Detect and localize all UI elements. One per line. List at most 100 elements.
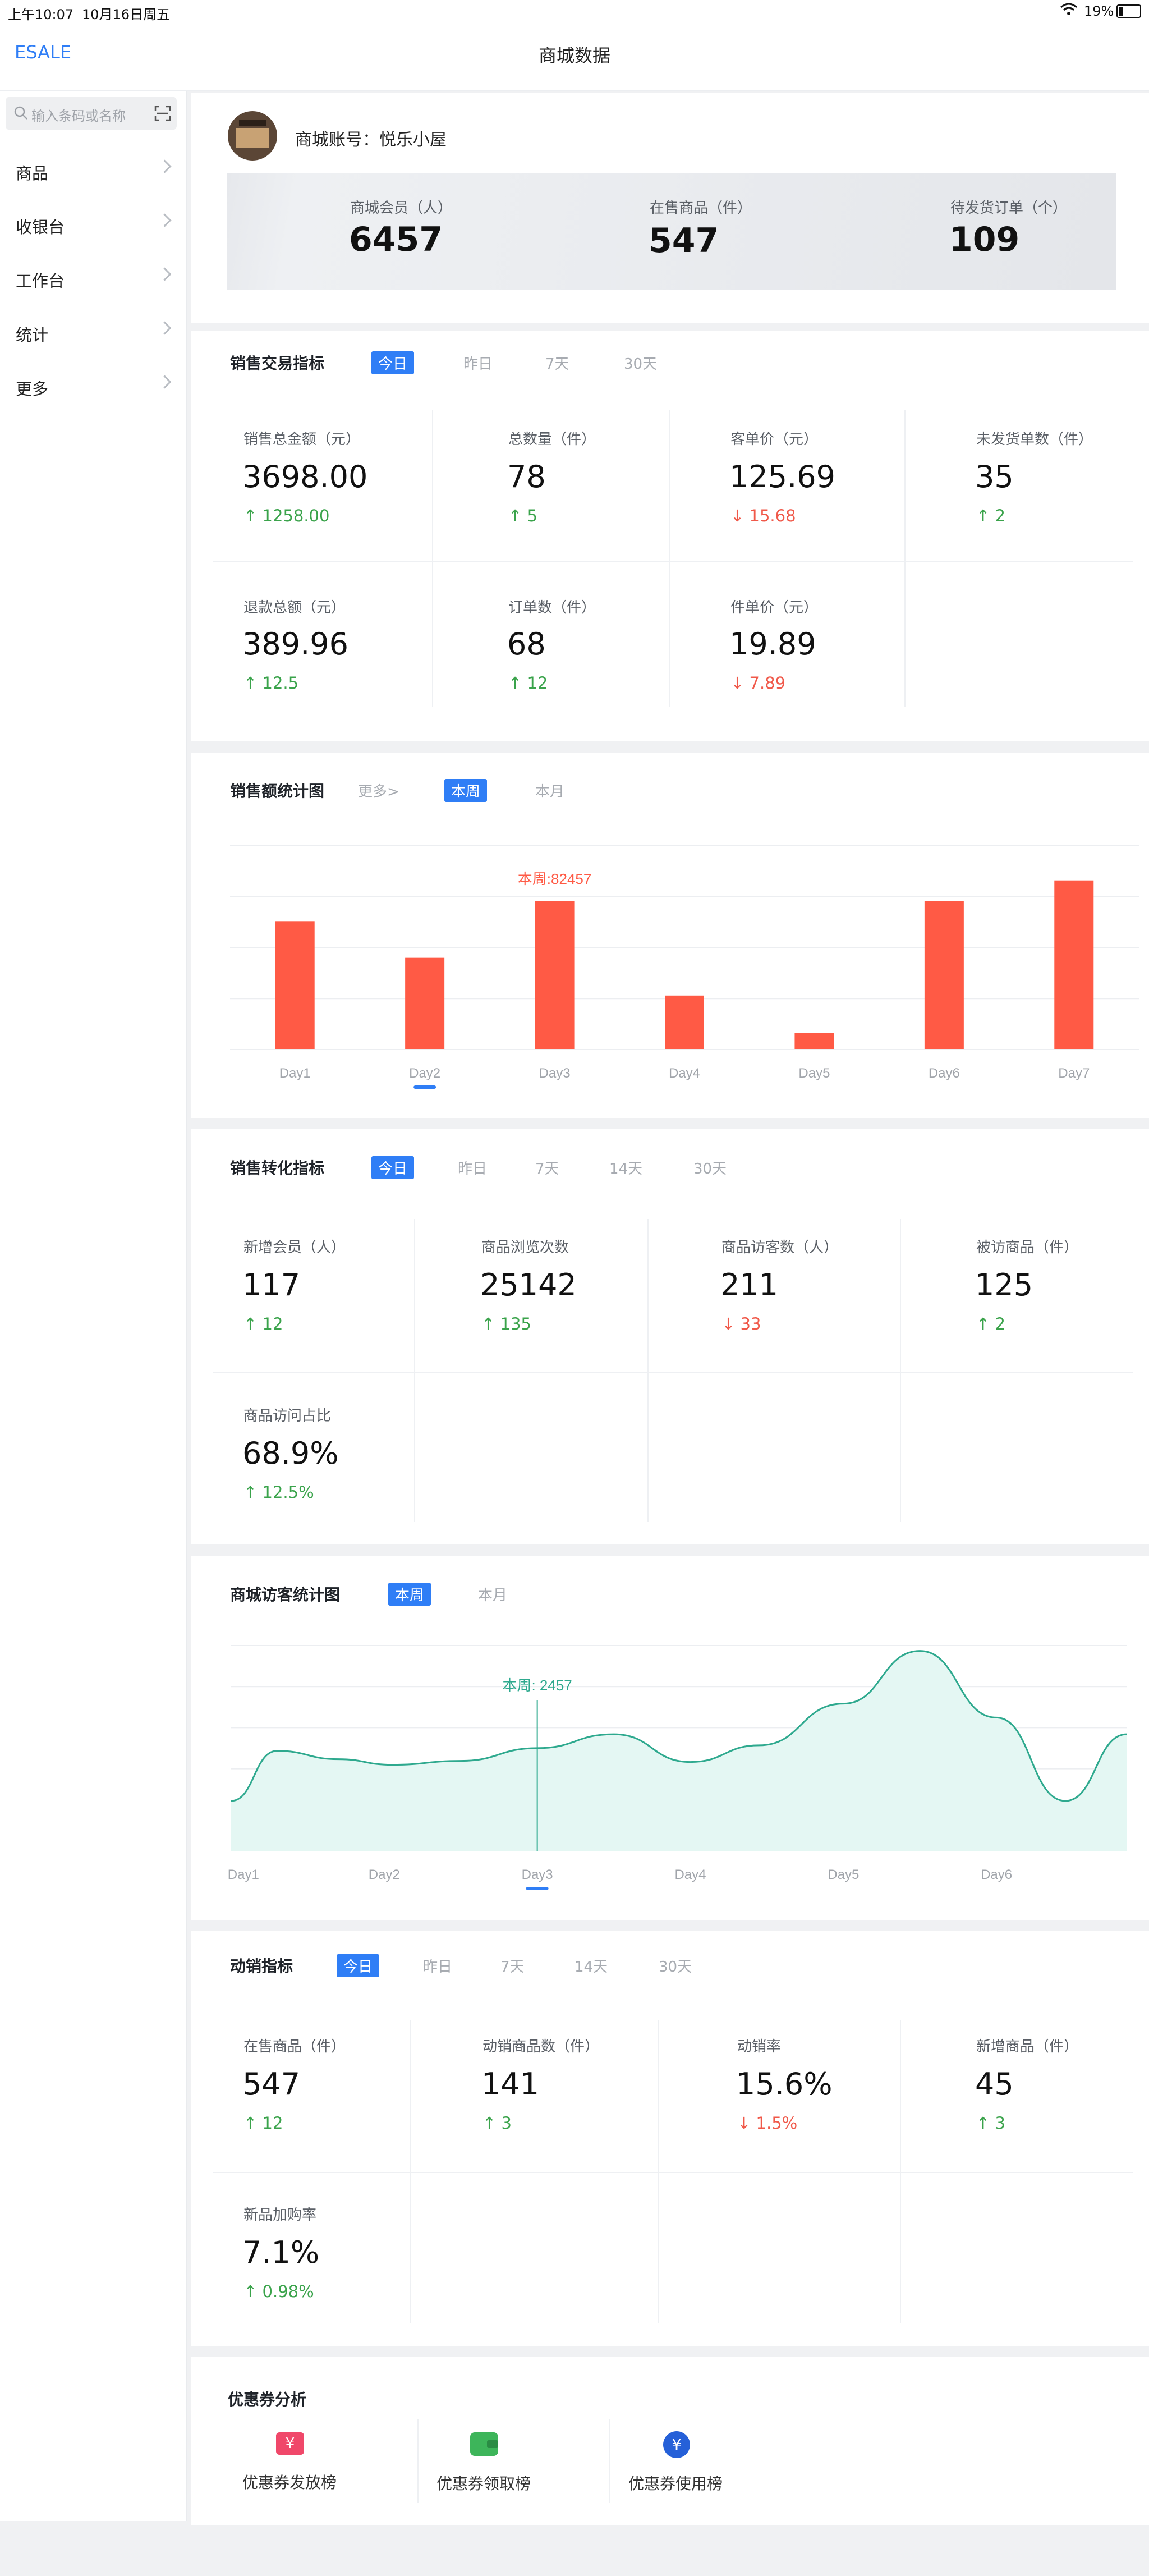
sidebar-item-cashier[interactable]: 收银台 <box>0 198 186 251</box>
chart-bar <box>665 995 704 1049</box>
sidebar-item-workbench[interactable]: 工作台 <box>0 251 186 305</box>
avatar[interactable] <box>228 111 277 161</box>
stat-label: 在售商品（件） <box>650 200 752 217</box>
status-time: 上午10:07 <box>8 7 74 22</box>
arrow-up-icon: ↑ <box>243 1314 258 1333</box>
tab-yesterday[interactable]: 昨日 <box>423 1955 452 1976</box>
metric-delta: ↑ 12.5% <box>243 1483 314 1502</box>
metric-label: 新增会员（人） <box>243 1239 346 1256</box>
metric-delta: ↓ 33 <box>721 1314 761 1333</box>
metric-label: 客单价（元） <box>730 431 819 448</box>
visitor-area-chart: Day1 Day2 Day3 Day4 Day5 Day6 本周: 2457 <box>228 1645 1127 1890</box>
metric-value: 117 <box>242 1267 301 1303</box>
tab-today[interactable]: 今日 <box>337 1954 380 1977</box>
sidebar-item-label: 收银台 <box>16 218 65 237</box>
scan-icon[interactable] <box>154 106 171 123</box>
sidebar-item-label: 统计 <box>16 326 49 345</box>
metric-label: 被访商品（件） <box>976 1239 1079 1256</box>
metric-delta: ↓ 15.68 <box>730 506 796 525</box>
conversion-card: 销售转化指标 今日 昨日 7天 14天 30天 新增会员（人） 117 ↑ 12… <box>191 1129 1149 1544</box>
sidebar-item-more[interactable]: 更多 <box>0 359 186 413</box>
metric-delta: ↑ 0.98% <box>243 2282 314 2301</box>
tab-30days[interactable]: 30天 <box>659 1955 692 1976</box>
x-tick-label: Day2 <box>409 1066 440 1081</box>
arrow-up-icon: ↑ <box>481 1314 495 1333</box>
tab-7days[interactable]: 7天 <box>500 1955 525 1976</box>
metric-delta: ↑ 1258.00 <box>243 506 330 525</box>
arrow-up-icon: ↑ <box>243 506 258 525</box>
movement-card: 动销指标 今日 昨日 7天 14天 30天 在售商品（件） 547 ↑ 12 动… <box>191 1931 1149 2346</box>
arrow-up-icon: ↑ <box>508 673 522 693</box>
metric-value: 78 <box>507 459 546 494</box>
selected-day-indicator <box>413 1085 436 1089</box>
grid-divider <box>213 561 1133 562</box>
battery-icon <box>1116 4 1141 18</box>
arrow-down-icon: ↓ <box>721 1314 736 1333</box>
chart-tooltip-label: 本周:82457 <box>518 870 592 887</box>
x-tick-label: Day6 <box>981 1867 1012 1882</box>
status-date: 10月16日周五 <box>82 7 171 22</box>
metric-value: 211 <box>720 1267 779 1303</box>
account-stats-panel: 商城会员（人） 6457 在售商品（件） 547 待发货订单（个） 109 <box>227 173 1116 290</box>
coupon-item-label: 优惠券发放榜 <box>242 2473 337 2492</box>
search-input[interactable]: 输入条码或名称 <box>6 97 177 130</box>
tab-today[interactable]: 今日 <box>371 351 415 374</box>
stat-label: 商城会员（人） <box>350 200 453 217</box>
metric-value: 45 <box>975 2066 1014 2102</box>
sales-trade-card: 销售交易指标 今日 昨日 7天 30天 销售总金额（元） 3698.00 ↑ 1… <box>191 331 1149 741</box>
metric-delta: ↑ 3 <box>976 2114 1005 2133</box>
chart-bar <box>924 901 964 1049</box>
chevron-right-icon <box>158 267 172 281</box>
stat-value: 6457 <box>349 220 443 259</box>
tab-yesterday[interactable]: 昨日 <box>463 352 493 373</box>
sidebar-item-goods[interactable]: 商品 <box>0 144 186 198</box>
grid-divider <box>904 410 906 707</box>
battery-percent: 19% <box>1084 3 1114 19</box>
arrow-down-icon: ↓ <box>730 673 744 693</box>
coupon-ticket-icon: ¥ <box>276 2432 304 2455</box>
chart-tooltip-label: 本周: 2457 <box>502 1677 572 1694</box>
tab-7days[interactable]: 7天 <box>545 352 569 373</box>
metric-label: 新增商品（件） <box>976 2038 1079 2055</box>
grid-divider <box>213 1372 1133 1373</box>
tab-30days[interactable]: 30天 <box>624 352 657 373</box>
arrow-up-icon: ↑ <box>976 1314 990 1333</box>
metric-delta: ↓ 7.89 <box>730 673 786 693</box>
tab-7days[interactable]: 7天 <box>535 1157 559 1178</box>
arrow-up-icon: ↑ <box>976 2114 990 2133</box>
coupon-receive-button[interactable]: 优惠券领取榜 <box>419 2427 559 2505</box>
yen-circle-icon: ¥ <box>663 2431 690 2458</box>
metric-label: 订单数（件） <box>508 599 596 616</box>
chart-bar <box>275 921 315 1049</box>
x-tick-label: Day4 <box>669 1066 700 1081</box>
sidebar-item-statistics[interactable]: 统计 <box>0 305 186 359</box>
tab-yesterday[interactable]: 昨日 <box>458 1157 487 1178</box>
nav-bar: ESALE 商城数据 <box>0 22 1149 91</box>
coupon-item-label: 优惠券领取榜 <box>436 2474 531 2493</box>
coupon-usage-button[interactable]: ¥ 优惠券使用榜 <box>610 2427 751 2505</box>
selected-day-indicator <box>526 1887 549 1890</box>
coupon-card: 优惠券分析 ¥ 优惠券发放榜 优惠券领取榜 ¥ 优惠券使用榜 <box>191 2357 1149 2525</box>
section-title: 销售转化指标 <box>230 1159 325 1177</box>
wallet-icon <box>470 2432 498 2456</box>
chart-bar <box>535 901 574 1049</box>
grid-divider <box>432 410 433 707</box>
tab-14days[interactable]: 14天 <box>574 1955 608 1976</box>
tab-30days[interactable]: 30天 <box>693 1157 727 1178</box>
metric-delta: ↑ 135 <box>481 1314 531 1333</box>
sidebar-item-label: 商品 <box>16 164 49 183</box>
metric-delta: ↑ 2 <box>976 1314 1005 1333</box>
x-tick-label: Day3 <box>539 1066 571 1081</box>
tab-today[interactable]: 今日 <box>371 1156 415 1179</box>
x-tick-label: Day4 <box>674 1867 706 1882</box>
coupon-issue-button[interactable]: ¥ 优惠券发放榜 <box>224 2427 365 2505</box>
x-tick-label: Day1 <box>279 1066 311 1081</box>
metric-delta: ↑ 12 <box>243 1314 283 1333</box>
account-card: 商城账号：悦乐小屋 商城会员（人） 6457 在售商品（件） 547 待发货订单… <box>191 93 1149 323</box>
tab-14days[interactable]: 14天 <box>609 1157 642 1178</box>
coupon-item-label: 优惠券使用榜 <box>628 2474 723 2493</box>
metric-delta: ↑ 3 <box>482 2114 512 2133</box>
stat-value: 547 <box>649 221 719 260</box>
section-title: 优惠券分析 <box>228 2390 307 2409</box>
page-title: 商城数据 <box>538 45 610 66</box>
